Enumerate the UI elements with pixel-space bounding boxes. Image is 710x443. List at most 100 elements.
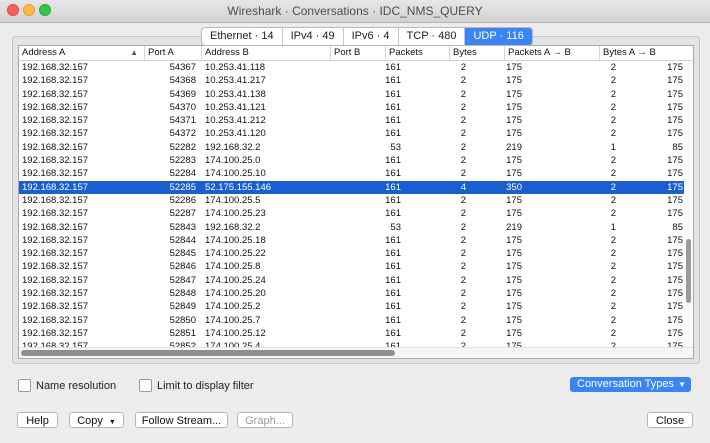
column-header-packets-a-to-b[interactable]: Packets A → B <box>505 46 600 60</box>
table-row[interactable]: 192.168.32.157 54371 10.253.41.212 161 2 175 2… <box>19 114 693 127</box>
table-cell: 192.168.32.157 <box>22 221 89 233</box>
table-header: Address A ▲ Port A Address B Port B Pack… <box>19 46 693 61</box>
table-cell: 174.100.25.7 <box>205 314 261 326</box>
table-cell: 175 <box>667 168 683 180</box>
table-cell: 174.100.25.20 <box>205 288 266 300</box>
table-row[interactable]: 192.168.32.157 54367 10.253.41.118 161 2 175 2… <box>19 61 693 74</box>
table-cell: 54371 <box>169 115 196 127</box>
table-cell: 192.168.32.157 <box>22 88 89 100</box>
table-row[interactable]: 192.168.32.157 52846 174.100.25.8 161 2 175 2 1… <box>19 260 693 273</box>
table-cell: 52287 <box>169 208 196 220</box>
tab-tcp[interactable]: TCP · 480 <box>399 28 466 45</box>
table-cell: 175 <box>667 62 683 73</box>
table-cell: 192.168.32.157 <box>22 168 89 180</box>
table-row[interactable]: 192.168.32.157 52287 174.100.25.23 161 2 175 2… <box>19 207 693 220</box>
sort-ascending-icon: ▲ <box>130 48 138 57</box>
table-row[interactable]: 192.168.32.157 52843 192.168.32.2 53 2 219 1 85 <box>19 221 693 234</box>
table-row[interactable]: 192.168.32.157 52285 52.175.155.146 161 4 350… <box>19 180 693 194</box>
table-cell: 10.253.41.118 <box>205 62 266 73</box>
table-row[interactable]: 192.168.32.157 52847 174.100.25.24 161 2 175 2… <box>19 274 693 287</box>
column-header-bytes[interactable]: Bytes <box>450 46 505 60</box>
column-header-address-a[interactable]: Address A ▲ <box>19 46 145 60</box>
vertical-scroll-thumb[interactable] <box>686 239 691 303</box>
table-cell: 174.100.25.5 <box>205 194 261 206</box>
conversation-types-dropdown[interactable]: Conversation Types ▼ <box>570 377 691 392</box>
table-cell: 175 <box>667 181 683 193</box>
table-cell: 52850 <box>169 314 196 326</box>
checkbox-box[interactable] <box>139 379 152 392</box>
table-cell: 174.100.25.24 <box>205 274 266 286</box>
help-button[interactable]: Help <box>17 412 58 428</box>
table-cell: 192.168.32.157 <box>22 314 89 326</box>
table-cell: 174.100.25.10 <box>205 168 266 180</box>
close-button[interactable]: Close <box>647 412 693 428</box>
table-cell: 192.168.32.2 <box>205 221 261 233</box>
table-row[interactable]: 192.168.32.157 52286 174.100.25.5 161 2 175 2 1… <box>19 194 693 207</box>
table-row[interactable]: 192.168.32.157 54369 10.253.41.138 161 2 175 2… <box>19 88 693 101</box>
table-cell: 52286 <box>169 194 196 206</box>
table-cell: 175 <box>667 327 683 339</box>
table-cell: 175 <box>667 88 683 100</box>
table-row[interactable]: 192.168.32.157 52844 174.100.25.18 161 2 175 2… <box>19 234 693 247</box>
tab-ethernet[interactable]: Ethernet · 14 <box>202 28 283 45</box>
column-header-port-b[interactable]: Port B <box>331 46 386 60</box>
table-cell: 175 <box>667 115 683 127</box>
conversation-tabs: Ethernet · 14 IPv4 · 49 IPv6 · 4 TCP · 4… <box>201 27 533 46</box>
table-cell: 10.253.41.138 <box>205 88 266 100</box>
checkbox-box[interactable] <box>18 379 31 392</box>
table-cell: 10.253.41.120 <box>205 128 266 140</box>
column-header-packets[interactable]: Packets <box>386 46 450 60</box>
table-cell: 174.100.25.2 <box>205 301 261 313</box>
table-cell: 52283 <box>169 155 196 167</box>
table-cell: 175 <box>667 101 683 113</box>
tab-udp[interactable]: UDP · 116 <box>465 28 532 45</box>
table-row[interactable]: 192.168.32.157 52282 192.168.32.2 53 2 219 1 85 <box>19 141 693 154</box>
follow-stream-button[interactable]: Follow Stream... <box>135 412 228 428</box>
name-resolution-checkbox[interactable]: Name resolution <box>18 379 116 392</box>
table-row[interactable]: 192.168.32.157 54372 10.253.41.120 161 2 175 2… <box>19 127 693 140</box>
column-header-port-a[interactable]: Port A <box>145 46 202 60</box>
table-row[interactable]: 192.168.32.157 52849 174.100.25.2 161 2 175 2 1… <box>19 300 693 313</box>
tab-ipv4[interactable]: IPv4 · 49 <box>283 28 344 45</box>
table-cell: 10.253.41.212 <box>205 115 266 127</box>
column-header-address-b[interactable]: Address B <box>202 46 331 60</box>
table-row[interactable]: 192.168.32.157 54370 10.253.41.121 161 2 175 2… <box>19 101 693 114</box>
column-header-bytes-a-to-b[interactable]: Bytes A → B <box>600 46 693 60</box>
checkbox-label: Name resolution <box>36 379 117 392</box>
table-cell: 174.100.25.0 <box>205 155 261 167</box>
table-cell: 85 <box>672 141 683 153</box>
table-cell: 54369 <box>169 88 196 100</box>
vertical-scrollbar[interactable] <box>684 61 693 348</box>
table-cell: 52847 <box>169 274 196 286</box>
table-cell: 174.100.25.23 <box>205 208 266 220</box>
table-row[interactable]: 192.168.32.157 52283 174.100.25.0 161 2 175 2 1… <box>19 154 693 167</box>
table-cell: 175 <box>667 261 683 273</box>
table-cell: 175 <box>667 301 683 313</box>
table-cell: 192.168.32.157 <box>22 141 89 153</box>
table-cell: 10.253.41.121 <box>205 101 266 113</box>
table-row[interactable]: 192.168.32.157 52284 174.100.25.10 161 2 175 2… <box>19 167 693 180</box>
copy-button[interactable]: Copy ▼ <box>69 412 124 428</box>
table-cell: 52849 <box>169 301 196 313</box>
tab-ipv6[interactable]: IPv6 · 4 <box>344 28 399 45</box>
table-cell: 174.100.25.22 <box>205 248 266 260</box>
title-bar[interactable]: Wireshark · Conversations · IDC_NMS_QUER… <box>0 0 710 23</box>
table-body: 192.168.32.157 54367 10.253.41.118 161 2 175 2… <box>19 61 693 354</box>
dropdown-label: Conversation Types <box>577 378 675 390</box>
table-cell: 52284 <box>169 168 196 180</box>
graph-button[interactable]: Graph... <box>237 412 293 428</box>
table-cell: 52844 <box>169 234 196 246</box>
table-row[interactable]: 192.168.32.157 52851 174.100.25.12 161 2 175 2… <box>19 327 693 340</box>
table-cell: 192.168.32.2 <box>205 141 261 153</box>
table-cell: 192.168.32.157 <box>22 234 89 246</box>
table-row[interactable]: 192.168.32.157 52848 174.100.25.20 161 2 175 2… <box>19 287 693 300</box>
table-cell: 175 <box>667 208 683 220</box>
table-cell: 192.168.32.157 <box>22 75 89 87</box>
table-row[interactable]: 192.168.32.157 52845 174.100.25.22 161 2 175 2… <box>19 247 693 260</box>
limit-to-display-filter-checkbox[interactable]: Limit to display filter <box>139 379 254 392</box>
table-cell: 192.168.32.157 <box>22 155 89 167</box>
table-row[interactable]: 192.168.32.157 54368 10.253.41.217 161 2 175 2… <box>19 74 693 87</box>
horizontal-scrollbar[interactable] <box>19 347 693 358</box>
horizontal-scroll-thumb[interactable] <box>21 350 395 356</box>
table-row[interactable]: 192.168.32.157 52850 174.100.25.7 161 2 175 2 1… <box>19 314 693 327</box>
